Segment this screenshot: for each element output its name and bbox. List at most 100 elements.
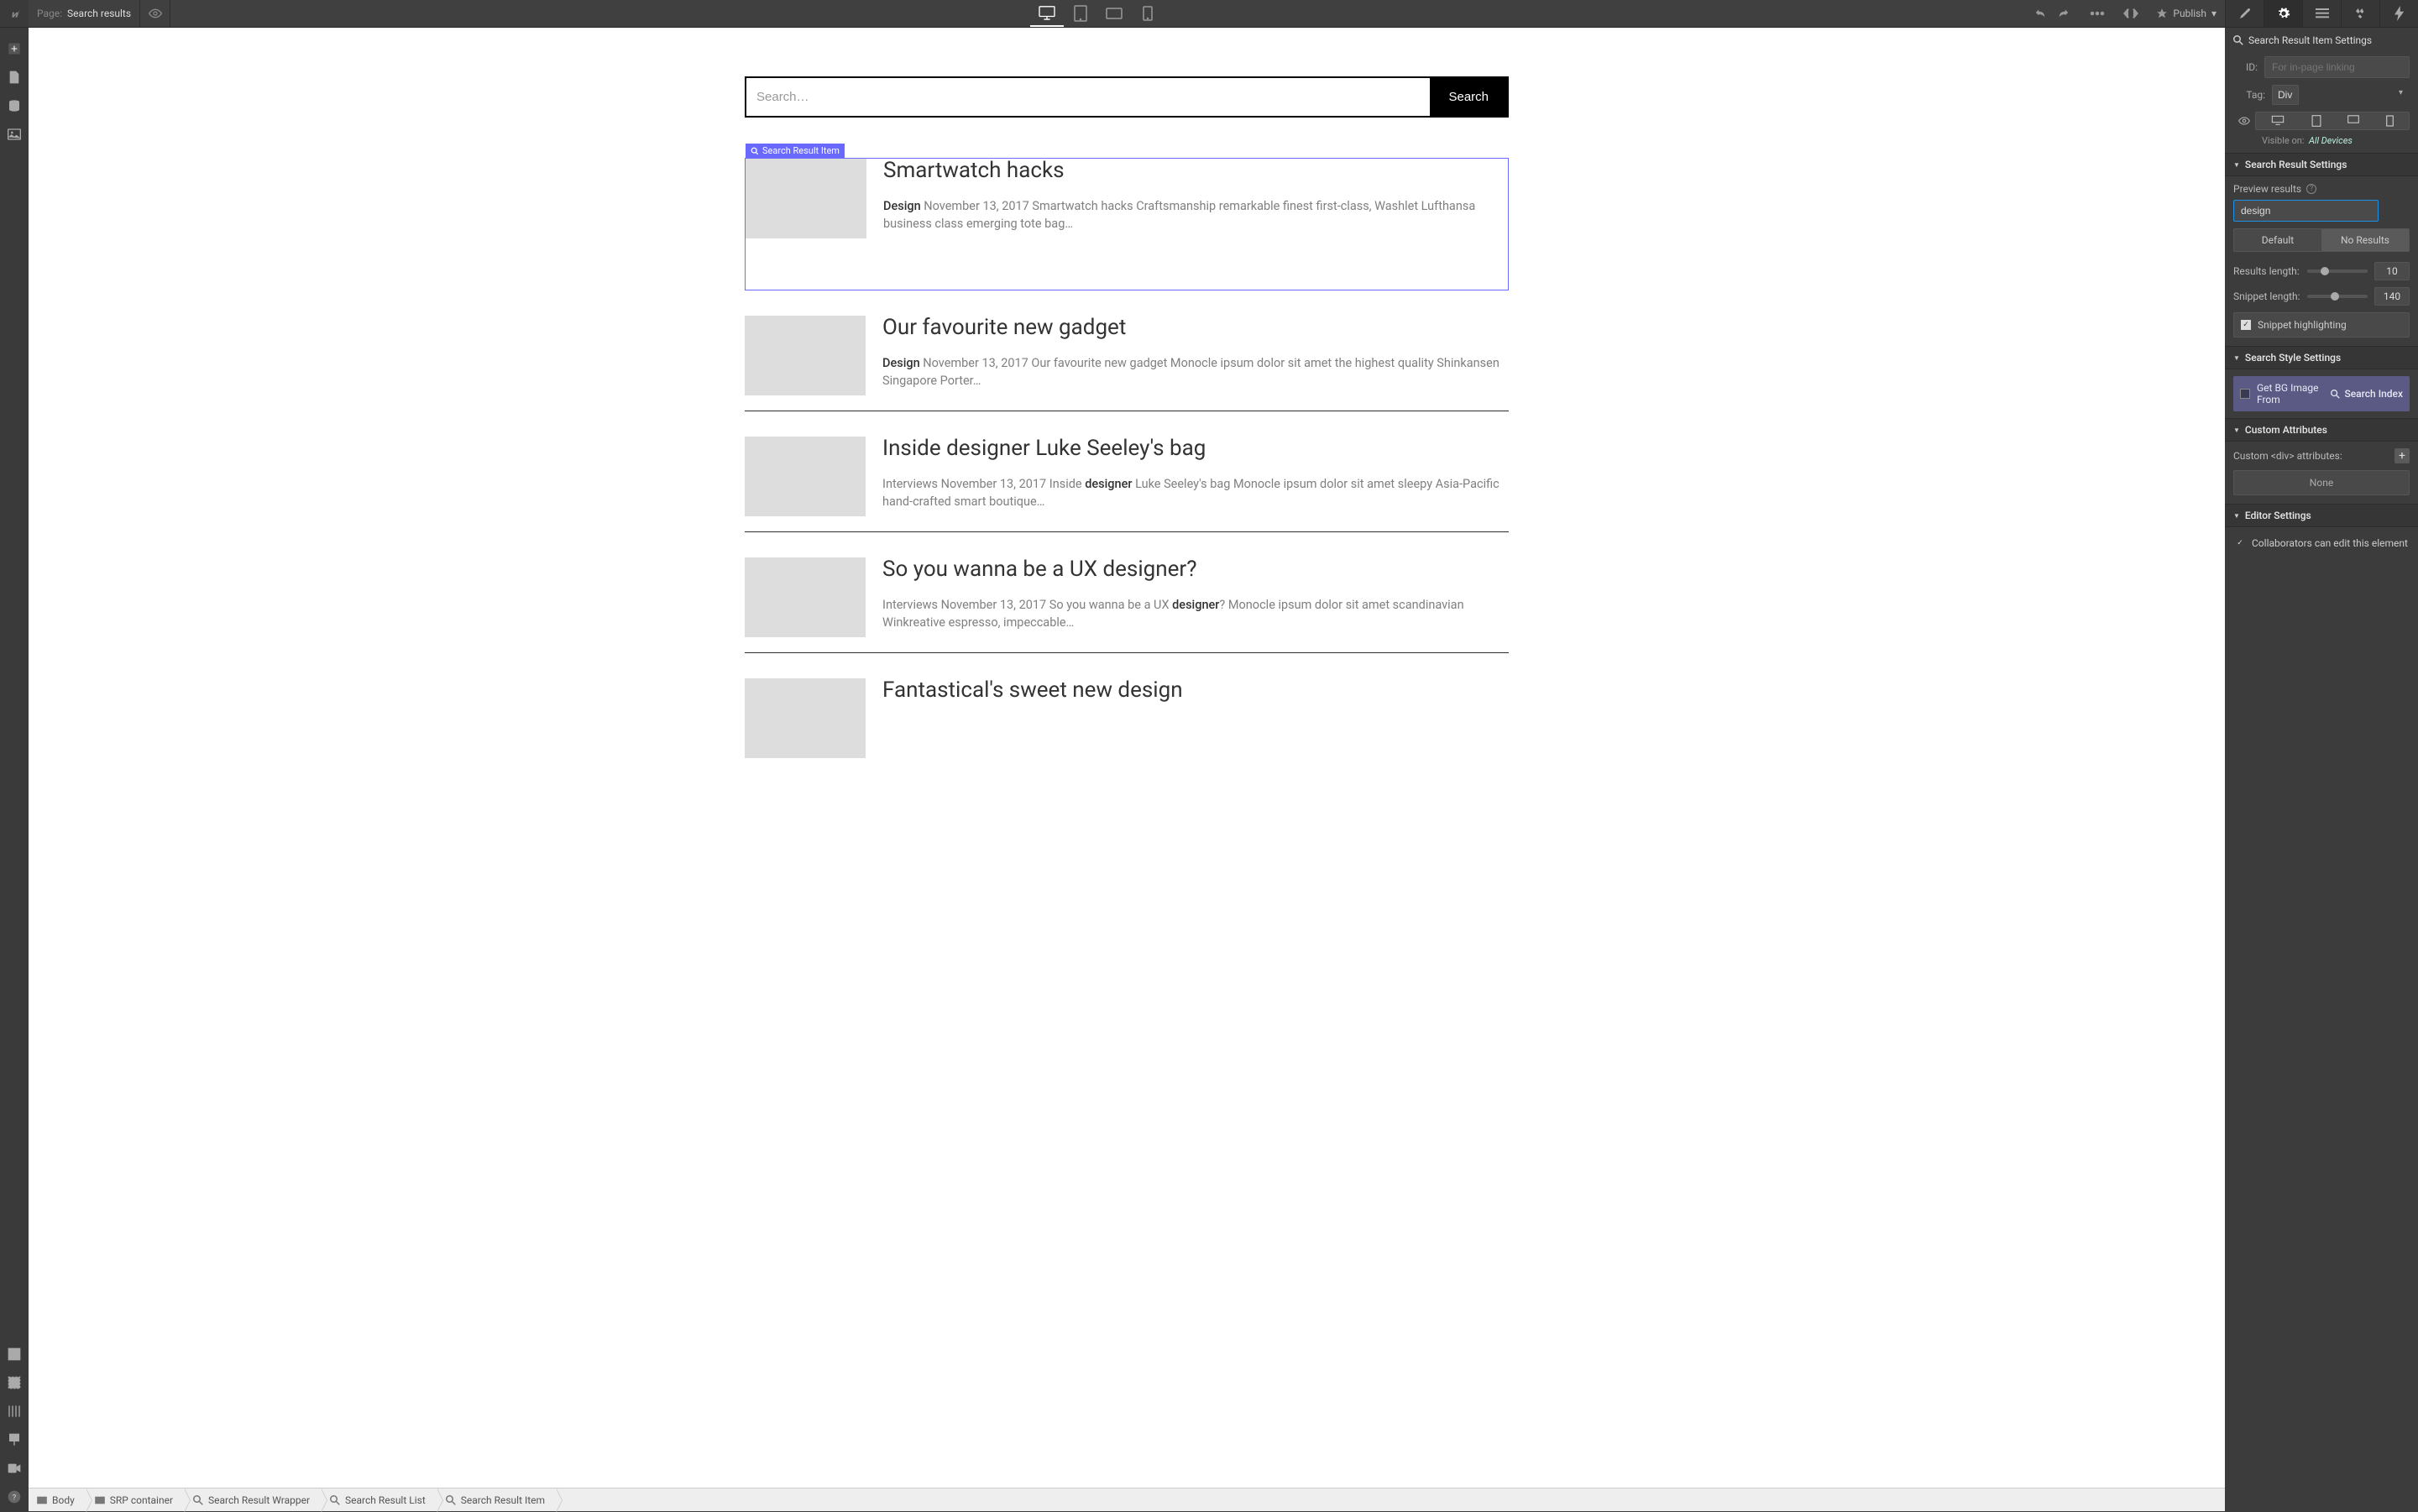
- result-thumb: [745, 437, 866, 516]
- search-icon: [2331, 390, 2340, 399]
- result-title: Fantastical's sweet new design: [882, 678, 1509, 704]
- snippet-length-value[interactable]: 140: [2374, 287, 2410, 306]
- breadcrumb: Body SRP container Search Result Wrapper…: [29, 1488, 2225, 1511]
- navigator-button[interactable]: [3, 1340, 25, 1368]
- code-button[interactable]: [2114, 0, 2148, 27]
- pages-button[interactable]: [3, 63, 25, 92]
- navigator-panel-tab[interactable]: [2302, 0, 2341, 27]
- bg-checkbox[interactable]: [2240, 389, 2250, 399]
- video-button[interactable]: [3, 1454, 25, 1483]
- crumb-body[interactable]: Body: [29, 1488, 86, 1511]
- add-attribute-button[interactable]: +: [2394, 448, 2410, 463]
- eye-icon: [2233, 117, 2255, 125]
- device-tablet[interactable]: [1064, 0, 1097, 27]
- tag-label: Tag:: [2233, 89, 2265, 101]
- srp-container: Search Search Result Item Smartwatch hac…: [745, 28, 1509, 807]
- result-title: Our favourite new gadget: [882, 316, 1509, 341]
- id-label: ID:: [2233, 61, 2258, 73]
- section-custom-attrs[interactable]: ▼Custom Attributes: [2225, 418, 2418, 442]
- result-snippet: Interviews November 13, 2017 Inside desi…: [882, 475, 1509, 510]
- crumb-list[interactable]: Search Result List: [322, 1488, 437, 1511]
- canvas[interactable]: Search Search Result Item Smartwatch hac…: [29, 28, 2225, 1488]
- device-tablet-land-icon[interactable]: [2347, 115, 2359, 123]
- result-thumb: [745, 316, 866, 395]
- crumb-item[interactable]: Search Result Item: [437, 1488, 557, 1511]
- search-result-item[interactable]: Inside designer Luke Seeley's bag Interv…: [745, 437, 1509, 532]
- guides-button[interactable]: [3, 1426, 25, 1454]
- grid-button[interactable]: [3, 1397, 25, 1426]
- search-input[interactable]: [746, 78, 1430, 116]
- publish-label: Publish: [2173, 8, 2206, 19]
- preview-input[interactable]: [2233, 200, 2379, 222]
- tag-select[interactable]: Div: [2272, 85, 2299, 105]
- visibility-toggles[interactable]: [2255, 112, 2410, 130]
- attrs-none: None: [2233, 470, 2410, 495]
- snippet-length-label: Snippet length:: [2233, 290, 2300, 302]
- result-thumb: [745, 678, 866, 758]
- result-title: Inside designer Luke Seeley's bag: [882, 437, 1509, 462]
- chevron-down-icon: ▾: [2211, 8, 2216, 19]
- device-desktop[interactable]: [1030, 0, 1064, 27]
- result-snippet: Design November 13, 2017 Our favourite n…: [882, 354, 1509, 390]
- bg-image-from[interactable]: Get BG Image From Search Index: [2233, 376, 2410, 411]
- result-title: So you wanna be a UX designer?: [882, 557, 1509, 583]
- left-rail: ?: [0, 28, 29, 1511]
- search-result-item[interactable]: Fantastical's sweet new design: [745, 678, 1509, 773]
- assets-button[interactable]: [3, 120, 25, 149]
- results-length-label: Results length:: [2233, 265, 2300, 277]
- result-title: Smartwatch hacks: [883, 159, 1508, 184]
- snippet-length-slider[interactable]: [2307, 295, 2368, 298]
- search-button[interactable]: Search: [1430, 78, 1507, 116]
- section-search-results[interactable]: ▼Search Result Settings: [2225, 153, 2418, 176]
- preview-label: Preview results: [2233, 183, 2301, 195]
- device-mobile[interactable]: [1131, 0, 1165, 27]
- search-result-item[interactable]: Our favourite new gadget Design November…: [745, 316, 1509, 411]
- preview-icon[interactable]: [140, 0, 170, 27]
- device-mobile-icon[interactable]: [2386, 115, 2394, 127]
- search-result-item[interactable]: So you wanna be a UX designer? Interview…: [745, 557, 1509, 653]
- device-tablet-icon[interactable]: [2311, 115, 2321, 127]
- id-input[interactable]: [2264, 56, 2410, 78]
- device-desktop-icon[interactable]: [2271, 115, 2285, 125]
- panel-header: Search Result Item Settings: [2225, 28, 2418, 53]
- interactions-panel-tab[interactable]: [2379, 0, 2418, 27]
- help-button[interactable]: ?: [3, 1483, 25, 1511]
- page-label: Page:: [37, 8, 62, 19]
- result-snippet: Interviews November 13, 2017 So you wann…: [882, 596, 1509, 631]
- results-length-slider[interactable]: [2307, 269, 2368, 273]
- add-element-button[interactable]: [3, 34, 25, 63]
- seg-no-results[interactable]: No Results: [2321, 229, 2409, 251]
- settings-panel: Search Result Item Settings ID: Tag: Div…: [2225, 28, 2418, 1511]
- top-bar: Page: Search results Publish ▾: [0, 0, 2418, 28]
- cms-button[interactable]: [3, 92, 25, 120]
- crumb-wrapper[interactable]: Search Result Wrapper: [185, 1488, 322, 1511]
- webflow-logo[interactable]: [0, 0, 29, 27]
- search-result-item[interactable]: Search Result Item Smartwatch hacks Desi…: [745, 158, 1509, 290]
- selection-tag: Search Result Item: [746, 144, 845, 158]
- seg-default[interactable]: Default: [2234, 229, 2321, 251]
- crumb-srp[interactable]: SRP container: [86, 1488, 185, 1511]
- redo-button[interactable]: [2047, 0, 2080, 27]
- settings-panel-tab[interactable]: [2264, 0, 2302, 27]
- comments-button[interactable]: [2080, 0, 2114, 27]
- results-length-value[interactable]: 10: [2374, 262, 2410, 280]
- style-manager-tab[interactable]: [2341, 0, 2379, 27]
- page-selector[interactable]: Page: Search results: [29, 0, 140, 27]
- publish-button[interactable]: Publish ▾: [2148, 0, 2225, 27]
- top-right-tools: Publish ▾: [2023, 0, 2418, 27]
- symbols-button[interactable]: [3, 1368, 25, 1397]
- result-thumb: [745, 557, 866, 637]
- collab-checkbox[interactable]: ✓ Collaborators can edit this element: [2233, 531, 2410, 556]
- svg-text:?: ?: [13, 1493, 17, 1502]
- attrs-label: Custom <div> attributes:: [2233, 450, 2394, 462]
- section-editor[interactable]: ▼Editor Settings: [2225, 504, 2418, 527]
- snippet-highlight-checkbox[interactable]: ✓ Snippet highlighting: [2233, 312, 2410, 337]
- help-icon[interactable]: ?: [2306, 184, 2316, 194]
- style-panel-tab[interactable]: [2225, 0, 2264, 27]
- search-form: Search: [745, 76, 1509, 118]
- section-search-style[interactable]: ▼Search Style Settings: [2225, 346, 2418, 369]
- results-state-segment[interactable]: Default No Results: [2233, 228, 2410, 252]
- result-thumb: [746, 159, 866, 238]
- result-snippet: Design November 13, 2017 Smartwatch hack…: [883, 197, 1508, 233]
- device-tablet-landscape[interactable]: [1097, 0, 1131, 27]
